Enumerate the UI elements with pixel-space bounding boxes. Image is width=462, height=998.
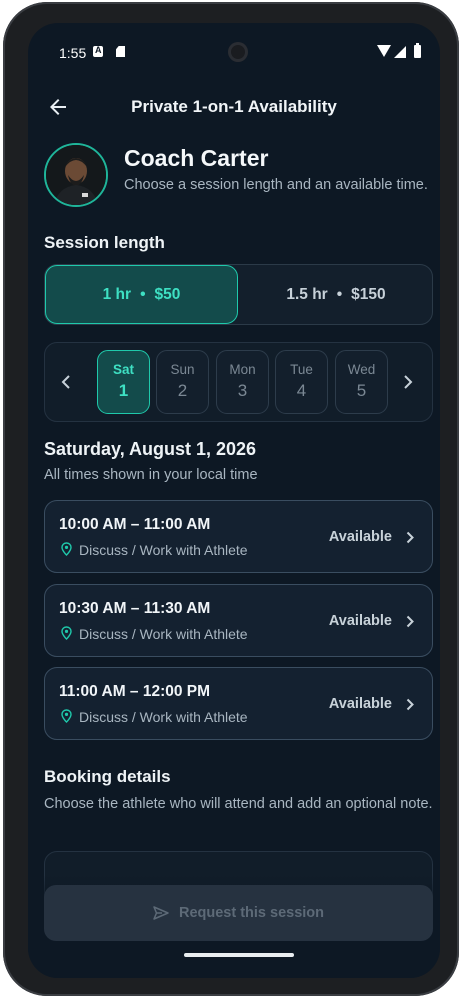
device-frame: 1:55 Private 1-on-1 Availability [3,2,459,996]
option-price: $150 [351,285,386,303]
battery-icon [414,43,421,58]
front-camera [228,42,248,62]
day-sun-2[interactable]: Sun 2 [156,350,209,414]
slot-status: Available [328,529,392,545]
location-pin-icon [61,542,72,556]
day-name: Mon [229,362,256,377]
day-number: 3 [237,381,248,400]
day-name: Sat [112,362,134,377]
app-screen: 1:55 Private 1-on-1 Availability [28,23,440,978]
date-strip: Sat 1 Sun 2 Mon 3 Tue 4 Wed 5 [44,342,433,422]
notification-a-icon [93,45,103,57]
location-pin-icon [61,626,72,640]
prev-dates-button[interactable] [53,367,81,397]
time-slot[interactable]: 11:00 AM – 12:00 PM Discuss / Work with … [44,667,433,740]
option-separator: • [140,285,146,303]
chevron-left-icon [61,375,70,389]
time-slot[interactable]: 10:00 AM – 11:00 AM Discuss / Work with … [44,500,433,573]
home-indicator[interactable] [184,953,294,957]
slot-time: 11:00 AM – 12:00 PM [59,683,211,700]
coach-name: Coach Carter [124,145,269,171]
session-length-selector: 1 hr • $50 1.5 hr • $150 [44,264,433,325]
chevron-right-icon [406,615,414,628]
slot-time: 10:00 AM – 11:00 AM [59,516,211,533]
slot-status: Available [328,696,392,712]
booking-details-subtitle: Choose the athlete who will attend and a… [44,796,433,812]
wifi-icon [377,45,391,57]
option-separator: • [336,285,343,303]
slot-status: Available [328,613,392,629]
day-tue-4[interactable]: Tue 4 [275,350,328,414]
slot-time: 10:30 AM – 11:30 AM [59,600,211,617]
slot-location: Discuss / Work with Athlete [79,709,248,725]
timezone-note: All times shown in your local time [44,467,258,483]
status-time: 1:55 [59,45,87,61]
coach-avatar [44,143,108,207]
day-name: Tue [290,362,313,377]
status-bar: 1:55 [28,23,440,79]
app-bar: Private 1-on-1 Availability [28,85,440,129]
session-length-heading: Session length [44,233,165,252]
page-title: Private 1-on-1 Availability [131,97,337,116]
booking-details-heading: Booking details [44,767,171,786]
option-duration: 1.5 hr [286,285,328,303]
chevron-right-icon [406,531,414,544]
slot-location: Discuss / Work with Athlete [79,542,248,558]
slot-location: Discuss / Work with Athlete [79,626,248,642]
coach-subtitle: Choose a session length and an available… [124,177,428,193]
day-name: Sun [170,362,195,377]
chevron-right-icon [406,698,414,711]
day-number: 4 [296,381,307,400]
location-pin-icon [61,709,72,723]
sd-card-icon [116,46,125,57]
time-slot[interactable]: 10:30 AM – 11:30 AM Discuss / Work with … [44,584,433,657]
request-session-button[interactable]: Request this session [44,885,433,941]
day-name: Wed [347,362,376,377]
option-1hr[interactable]: 1 hr • $50 [45,265,238,324]
next-dates-button[interactable] [395,367,423,397]
day-number: 2 [177,381,188,400]
option-price: $50 [154,285,181,303]
coach-header: Coach Carter Choose a session length and… [44,143,428,213]
chevron-right-icon [404,375,413,389]
day-mon-3[interactable]: Mon 3 [216,350,269,414]
day-wed-5[interactable]: Wed 5 [335,350,388,414]
day-number: 1 [118,381,129,400]
option-duration: 1 hr [102,285,132,303]
selected-date-heading: Saturday, August 1, 2026 [44,439,257,459]
day-number: 5 [356,381,367,400]
send-icon [153,906,169,920]
cell-signal-icon [394,46,406,58]
day-sat-1[interactable]: Sat 1 [97,350,150,414]
request-session-label: Request this session [178,905,325,921]
option-1-5hr[interactable]: 1.5 hr • $150 [240,265,432,324]
